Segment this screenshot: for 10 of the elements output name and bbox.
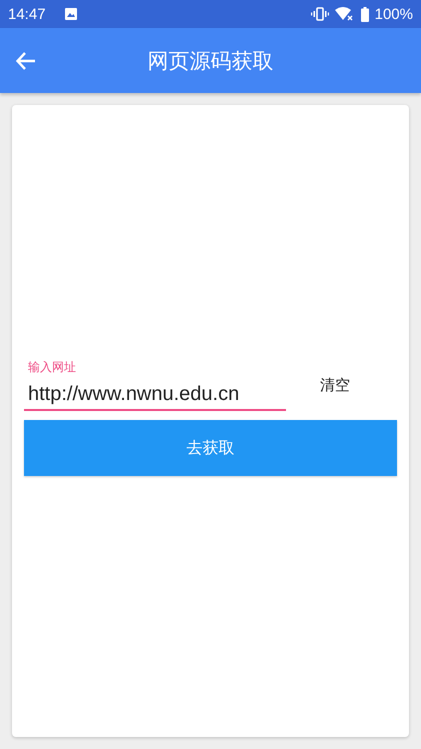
- back-arrow-icon[interactable]: [15, 50, 37, 72]
- wifi-icon: [334, 7, 355, 21]
- status-time: 14:47: [8, 6, 46, 22]
- battery-percent: 100%: [374, 6, 413, 22]
- image-icon: [64, 7, 78, 21]
- vibrate-icon: [310, 7, 329, 21]
- app-title: 网页源码获取: [148, 48, 274, 74]
- clear-button[interactable]: 清空: [312, 372, 358, 399]
- battery-icon: [360, 6, 369, 22]
- url-input-field[interactable]: 输入网址 http://www.nwnu.edu.cn: [24, 359, 286, 411]
